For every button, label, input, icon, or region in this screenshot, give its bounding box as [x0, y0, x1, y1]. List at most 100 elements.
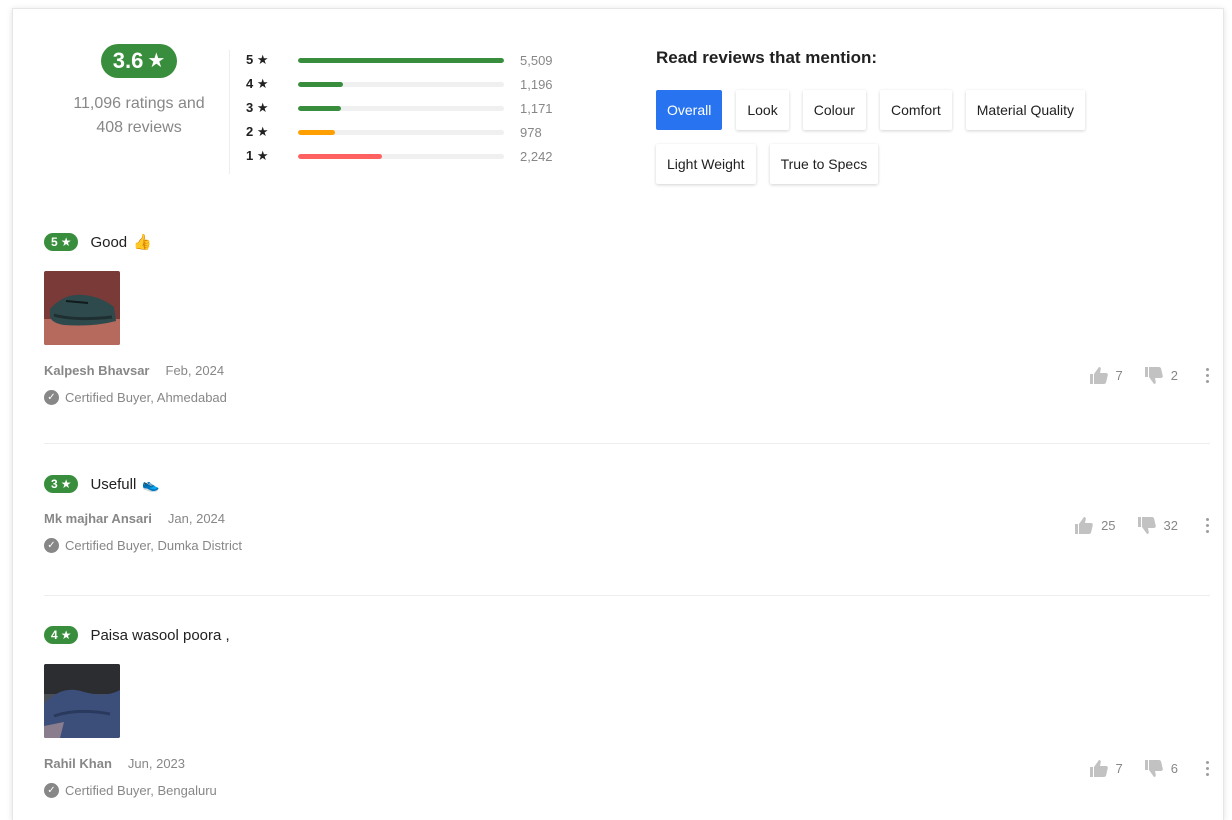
more-options-icon[interactable] — [1204, 368, 1210, 383]
like-count: 7 — [1115, 368, 1123, 383]
distribution-bar-fill — [298, 153, 383, 159]
distribution-bar-fill — [298, 129, 336, 135]
chip-comfort[interactable]: Comfort — [879, 90, 952, 130]
distribution-bar — [298, 81, 504, 87]
reviewer-name: Mk majhar Ansari — [44, 511, 152, 526]
thumbs-down-icon — [1144, 367, 1163, 384]
review-separator — [44, 443, 1210, 444]
dislike-count: 2 — [1170, 368, 1178, 383]
overall-rating-value: 3.6 — [112, 48, 144, 73]
review-title: Paisa wasool poora , — [90, 626, 230, 644]
chip-material-quality[interactable]: Material Quality — [965, 90, 1086, 130]
reviewer-name: Rahil Khan — [44, 756, 112, 771]
review-photo[interactable] — [44, 271, 120, 345]
check-circle-icon: ✓ — [44, 783, 59, 798]
chip-overall[interactable]: Overall — [656, 90, 723, 130]
review-rating-badge: 3 ★ — [44, 475, 79, 493]
reviewer-name: Kalpesh Bhavsar — [44, 363, 150, 378]
thumbs-up-icon — [1089, 367, 1108, 384]
more-options-icon[interactable] — [1204, 518, 1210, 533]
distribution-count: 5,509 — [520, 52, 553, 68]
distribution-star-label: 1 ★ — [246, 148, 269, 163]
thumbs-up-icon — [1089, 760, 1108, 777]
certified-buyer: ✓ Certified Buyer, Bengaluru — [44, 783, 1210, 798]
more-options-icon[interactable] — [1204, 761, 1210, 776]
check-circle-icon: ✓ — [44, 538, 59, 553]
chip-true-to-specs[interactable]: True to Specs — [769, 144, 879, 184]
distribution-count: 1,171 — [520, 100, 553, 116]
ratings-count: 11,096 ratings and — [73, 95, 205, 112]
review-title: Usefull 👟 — [90, 475, 160, 493]
review-rating-badge: 5 ★ — [44, 233, 79, 251]
distribution-row: 2 ★ 978 — [246, 120, 553, 144]
thumbs-down-icon — [1137, 517, 1156, 534]
dislike-button[interactable]: 32 — [1137, 517, 1178, 534]
chip-light-weight[interactable]: Light Weight — [656, 144, 756, 184]
overall-rating-badge: 3.6 ★ — [100, 44, 178, 78]
review-item: 5 ★ Good 👍 Kalpesh Bhavsar Feb, 2024 ✓ Ce… — [44, 233, 1210, 405]
reviews-count: 408 reviews — [96, 119, 182, 136]
review-date: Jun, 2023 — [127, 756, 186, 771]
distribution-row: 1 ★ 2,242 — [246, 144, 553, 168]
mentions-heading: Read reviews that mention: — [656, 48, 878, 67]
review-header: 3 ★ Usefull 👟 — [44, 475, 1210, 493]
distribution-bar — [298, 129, 504, 135]
check-circle-icon: ✓ — [44, 390, 59, 405]
summary-divider — [229, 50, 230, 174]
chip-look[interactable]: Look — [736, 90, 789, 130]
like-count: 25 — [1101, 518, 1116, 533]
like-count: 7 — [1115, 761, 1123, 776]
dislike-button[interactable]: 2 — [1144, 367, 1178, 384]
distribution-row: 3 ★ 1,171 — [246, 96, 553, 120]
distribution-count: 978 — [520, 124, 542, 140]
review-header: 4 ★ Paisa wasool poora , — [44, 626, 1210, 644]
distribution-row: 5 ★ 5,509 — [246, 48, 553, 72]
distribution-bar — [298, 105, 504, 111]
distribution-star-label: 4 ★ — [246, 76, 269, 91]
review-header: 5 ★ Good 👍 — [44, 233, 1210, 251]
distribution-bar — [298, 57, 504, 63]
dislike-button[interactable]: 6 — [1144, 760, 1178, 777]
dislike-count: 6 — [1170, 761, 1178, 776]
review-item: 3 ★ Usefull 👟 Mk majhar Ansari Jan, 2024 … — [44, 475, 1210, 553]
star-icon: ★ — [147, 50, 166, 72]
certified-buyer: ✓ Certified Buyer, Dumka District — [44, 538, 1210, 553]
rating-distribution: 5 ★ 5,509 4 ★ 1,196 3 ★ 1,171 2 ★ 978 1 … — [246, 48, 553, 168]
mention-chips: Overall Look Colour Comfort Material Qua… — [656, 90, 1116, 184]
thumbs-down-icon — [1144, 760, 1163, 777]
buyer-location: Certified Buyer, Bengaluru — [65, 783, 217, 798]
review-mentions: Read reviews that mention: Overall Look … — [656, 48, 1116, 184]
thumbs-up-icon — [1075, 517, 1093, 534]
review-actions: 7 6 — [1068, 760, 1210, 777]
review-rating-badge: 4 ★ — [44, 626, 79, 644]
rating-summary: 3.6 ★ 11,096 ratings and 408 reviews — [44, 44, 234, 140]
dislike-count: 32 — [1163, 518, 1178, 533]
ratings-count-text: 11,096 ratings and 408 reviews — [44, 92, 234, 140]
certified-buyer: ✓ Certified Buyer, Ahmedabad — [44, 390, 1210, 405]
distribution-star-label: 3 ★ — [246, 100, 269, 115]
review-photo[interactable] — [44, 664, 120, 738]
review-meta: Mk majhar Ansari Jan, 2024 — [44, 511, 1210, 526]
review-actions: 7 2 — [1068, 367, 1210, 384]
distribution-bar-fill — [298, 105, 342, 111]
distribution-count: 2,242 — [520, 148, 553, 164]
distribution-bar-fill — [298, 57, 504, 63]
review-date: Jan, 2024 — [167, 511, 226, 526]
distribution-bar-fill — [298, 81, 344, 87]
buyer-location: Certified Buyer, Ahmedabad — [65, 390, 227, 405]
like-button[interactable]: 7 — [1089, 760, 1123, 777]
buyer-location: Certified Buyer, Dumka District — [65, 538, 242, 553]
like-button[interactable]: 25 — [1075, 517, 1116, 534]
review-actions: 25 32 — [1053, 517, 1210, 534]
distribution-bar — [298, 153, 504, 159]
distribution-row: 4 ★ 1,196 — [246, 72, 553, 96]
review-separator — [44, 595, 1210, 596]
review-title: Good 👍 — [90, 233, 152, 252]
shoe-emoji-icon: 👟 — [142, 475, 160, 492]
thumbs-up-emoji-icon: 👍 — [133, 234, 152, 251]
review-date: Feb, 2024 — [165, 363, 225, 378]
like-button[interactable]: 7 — [1089, 367, 1123, 384]
chip-colour[interactable]: Colour — [802, 90, 866, 130]
review-meta: Rahil Khan Jun, 2023 — [44, 756, 1210, 771]
distribution-star-label: 2 ★ — [246, 124, 269, 139]
